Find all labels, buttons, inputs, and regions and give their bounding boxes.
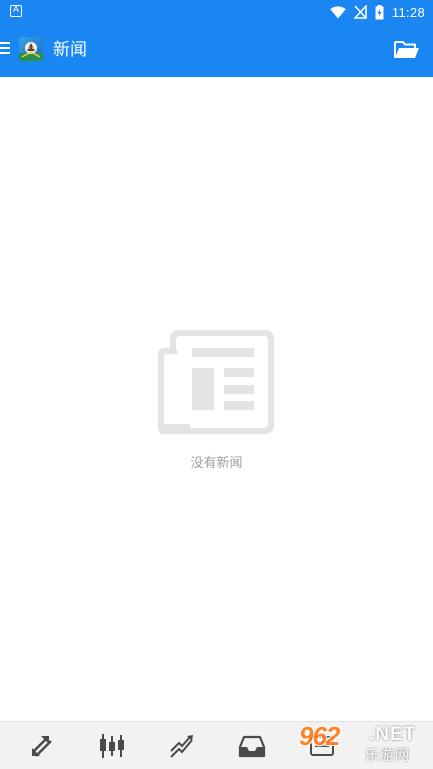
candlestick-chart-icon[interactable] bbox=[98, 732, 126, 760]
inbox-icon[interactable] bbox=[238, 732, 266, 760]
app-bar: 新闻 bbox=[0, 24, 433, 77]
watermark-number: 962 bbox=[299, 721, 340, 751]
app-logo-icon bbox=[19, 37, 43, 61]
empty-message: 没有新闻 bbox=[190, 456, 243, 471]
status-icons: 11:28 bbox=[330, 4, 425, 20]
signal-muted-icon bbox=[353, 5, 367, 19]
watermark-logo: 962 .NET 乐游网 bbox=[295, 721, 427, 765]
status-time: 11:28 bbox=[391, 4, 425, 20]
newspaper-icon bbox=[157, 330, 274, 434]
watermark-subtitle: 乐游网 bbox=[365, 748, 410, 764]
status-bar: A 11:28 bbox=[0, 0, 433, 24]
page-title: 新闻 bbox=[53, 40, 87, 60]
battery-charging-icon bbox=[375, 4, 384, 19]
hamburger-menu-icon[interactable] bbox=[0, 42, 12, 58]
bottom-nav: 962 .NET 乐游网 bbox=[0, 721, 433, 769]
wifi-icon bbox=[330, 5, 346, 18]
trend-line-icon[interactable] bbox=[168, 732, 196, 760]
empty-state: 没有新闻 bbox=[0, 330, 433, 471]
trade-arrows-icon[interactable] bbox=[28, 732, 56, 760]
watermark-suffix: .NET bbox=[369, 724, 417, 745]
notification-a-icon: A bbox=[10, 5, 22, 17]
folder-open-icon[interactable] bbox=[394, 39, 420, 61]
